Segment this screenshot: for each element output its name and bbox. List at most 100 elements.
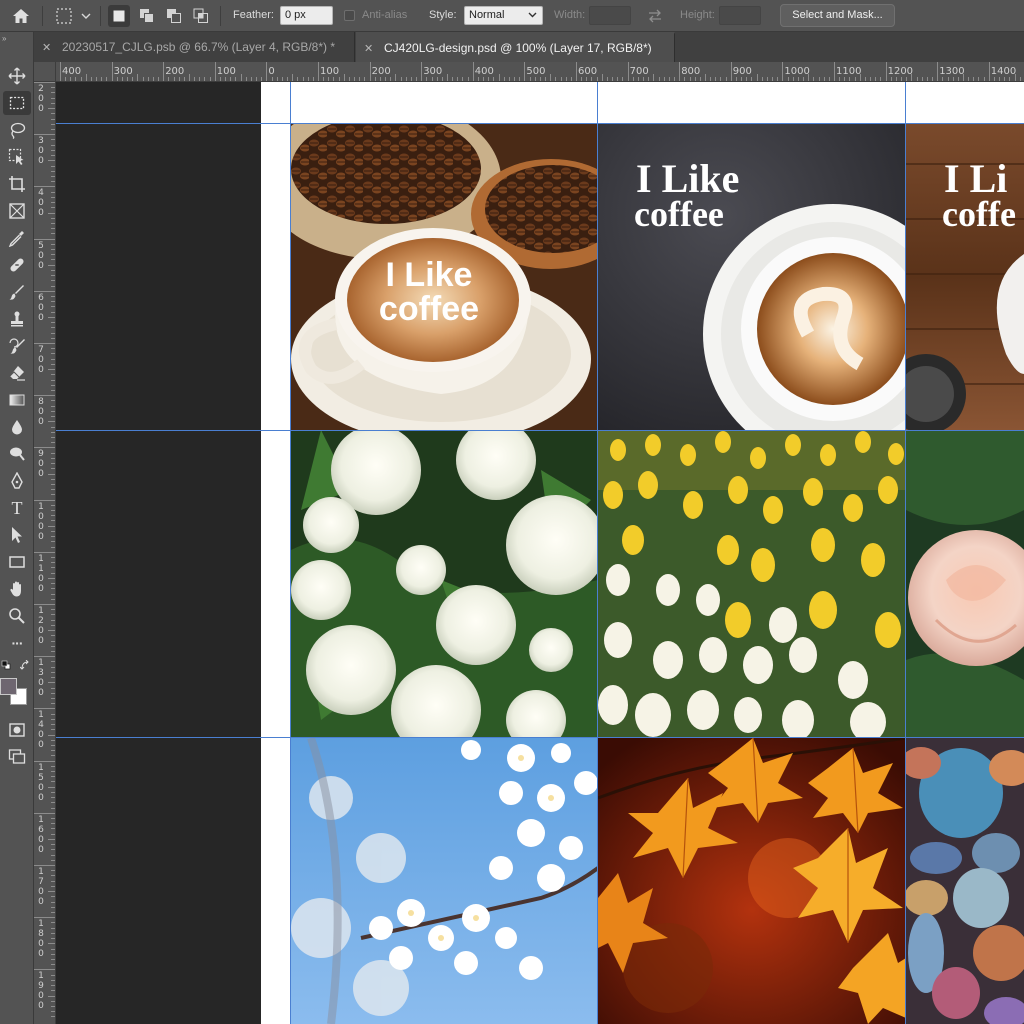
tool-preset-picker[interactable]: [52, 4, 94, 28]
ruler-minor-tick: [51, 128, 55, 130]
spot-healing-brush-tool[interactable]: [3, 253, 31, 277]
antialias-checkbox[interactable]: [344, 10, 355, 21]
object-selection-tool[interactable]: [3, 145, 31, 169]
pen-tool[interactable]: [3, 469, 31, 493]
ruler-major-tick: [34, 238, 55, 240]
guide-horizontal[interactable]: [56, 123, 1024, 124]
rectangular-marquee-tool[interactable]: [3, 91, 31, 115]
horizontal-ruler[interactable]: 400 300 200 100 0 100 200 300 400 500 600 700 800 900…: [56, 62, 1024, 82]
crop-tool[interactable]: [3, 172, 31, 196]
tulips-tile: [598, 430, 906, 738]
swap-colors-icon[interactable]: [20, 660, 30, 672]
ruler-label: 1400: [38, 710, 44, 751]
ruler-minor-tick: [539, 77, 541, 81]
select-and-mask-button[interactable]: Select and Mask...: [780, 4, 895, 27]
new-selection-button[interactable]: [108, 5, 130, 27]
ruler-minor-tick: [51, 348, 55, 350]
ruler-origin[interactable]: [34, 62, 56, 82]
close-icon[interactable]: ✕: [42, 41, 54, 54]
ruler-label: 600: [38, 292, 44, 323]
guide-horizontal[interactable]: [56, 430, 1024, 431]
ruler-minor-tick: [973, 77, 975, 81]
ruler-minor-tick: [51, 828, 55, 830]
ruler-label: 200: [371, 66, 391, 77]
ruler-minor-tick: [51, 363, 55, 365]
ruler-minor-tick: [875, 77, 877, 81]
marquee-preset-icon: [56, 8, 91, 24]
blur-tool[interactable]: [3, 415, 31, 439]
home-button[interactable]: [8, 4, 34, 28]
ruler-minor-tick: [51, 436, 55, 438]
tulips-image: [598, 430, 906, 738]
ruler-minor-tick: [51, 985, 55, 987]
move-icon: [8, 67, 26, 85]
brush-tool[interactable]: [3, 280, 31, 304]
ruler-major-tick: [34, 499, 55, 501]
foreground-color-swatch[interactable]: [0, 678, 17, 695]
ruler-minor-tick: [477, 77, 479, 81]
rectangle-tool[interactable]: [3, 550, 31, 574]
ruler-minor-tick: [911, 74, 913, 81]
close-icon[interactable]: ✕: [364, 42, 376, 55]
tab-document-2[interactable]: ✕ CJ420LG-design.psd @ 100% (Layer 17, R…: [356, 32, 675, 62]
guide-horizontal[interactable]: [56, 737, 1024, 738]
frame-tool[interactable]: [3, 199, 31, 223]
ruler-minor-tick: [51, 332, 55, 334]
add-to-selection-button[interactable]: [136, 5, 158, 27]
eraser-tool[interactable]: [3, 361, 31, 385]
ruler-label: 0: [268, 66, 275, 77]
ruler-minor-tick: [684, 77, 686, 81]
ruler-label: 900: [38, 449, 44, 480]
type-tool[interactable]: T: [3, 496, 31, 520]
more-icon: ···: [11, 635, 24, 651]
path-selection-tool[interactable]: [3, 523, 31, 547]
move-tool[interactable]: [3, 64, 31, 88]
zoom-tool[interactable]: [3, 604, 31, 628]
eyedropper-tool[interactable]: [3, 226, 31, 250]
ruler-major-tick: [34, 551, 55, 553]
feather-input[interactable]: 0 px: [280, 6, 333, 25]
ruler-minor-tick: [51, 901, 55, 903]
default-colors-icon[interactable]: [1, 660, 11, 670]
dodge-tool[interactable]: [3, 442, 31, 466]
intersect-selection-button[interactable]: [190, 5, 212, 27]
ruler-minor-tick: [756, 74, 758, 81]
swap-dimensions-button[interactable]: [643, 6, 667, 26]
ruler-minor-tick: [51, 1005, 55, 1007]
subtract-from-selection-button[interactable]: [163, 5, 185, 27]
ruler-label: 800: [681, 66, 701, 77]
ruler-minor-tick: [51, 546, 55, 548]
collapse-toolbar-icon[interactable]: »: [2, 34, 7, 43]
hand-icon: [10, 581, 21, 597]
ruler-minor-tick: [591, 77, 593, 81]
hand-tool[interactable]: [3, 577, 31, 601]
ruler-minor-tick: [441, 77, 443, 81]
lasso-tool[interactable]: [3, 118, 31, 142]
ruler-minor-tick: [51, 958, 55, 960]
history-brush-tool[interactable]: [3, 334, 31, 358]
gradient-tool[interactable]: [3, 388, 31, 412]
screen-mode-button[interactable]: [3, 744, 31, 768]
width-input[interactable]: [589, 6, 631, 25]
vertical-ruler[interactable]: 200 300 400 500 600 700 800 900 1000 1100 1200 1300…: [34, 82, 56, 1024]
ruler-major-tick: [885, 62, 887, 81]
ruler-minor-tick: [514, 77, 516, 81]
quick-mask-button[interactable]: [3, 718, 31, 742]
guide-vertical[interactable]: [905, 82, 906, 1024]
style-select[interactable]: Normal: [464, 6, 543, 25]
ruler-minor-tick: [51, 410, 55, 412]
ruler-minor-tick: [51, 536, 55, 538]
style-select-value: Normal: [469, 9, 505, 21]
ruler-minor-tick: [617, 77, 619, 81]
ruler-minor-tick: [51, 478, 55, 480]
clone-stamp-tool[interactable]: [3, 307, 31, 331]
edit-toolbar-button[interactable]: ···: [3, 631, 31, 655]
canvas-area[interactable]: I Like coffee I Like coffee I Li coffe: [56, 82, 1024, 1024]
tab-document-1[interactable]: ✕ 20230517_CJLG.psb @ 66.7% (Layer 4, RG…: [34, 32, 355, 62]
guide-vertical[interactable]: [597, 82, 598, 1024]
height-input[interactable]: [719, 6, 761, 25]
crop-icon: [9, 176, 25, 192]
ruler-minor-tick: [844, 77, 846, 81]
ruler-major-tick: [834, 62, 835, 81]
guide-vertical[interactable]: [290, 82, 291, 1024]
